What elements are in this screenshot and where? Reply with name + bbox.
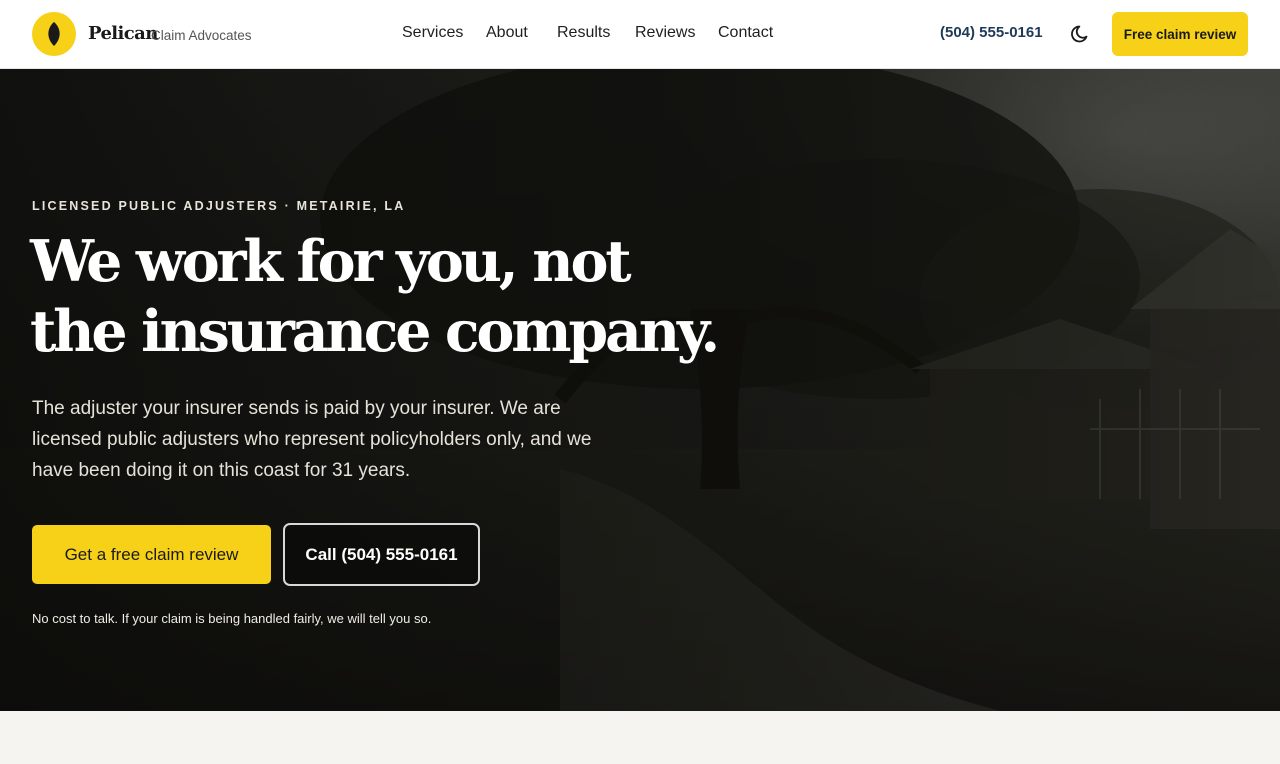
header-free-review-button[interactable]: Free claim review	[1112, 12, 1248, 56]
hero-section: LICENSED PUBLIC ADJUSTERS · METAIRIE, LA…	[0, 69, 1280, 711]
headline-line-2: the insurance company.	[30, 298, 720, 365]
site-header: Pelican Claim Advocates Services About R…	[0, 0, 1280, 69]
pelican-logo-icon[interactable]	[32, 12, 76, 56]
moon-icon	[1071, 25, 1088, 43]
headline-line-1: We work for you, not	[30, 228, 632, 295]
nav-link-services[interactable]: Services	[402, 23, 463, 43]
theme-toggle-button[interactable]	[1068, 21, 1094, 47]
nav-link-contact[interactable]: Contact	[718, 23, 773, 43]
hero-note: No cost to talk. If your claim is being …	[32, 611, 432, 626]
brand-name[interactable]: Pelican	[88, 22, 158, 46]
header-phone-link[interactable]: (504) 555-0161	[940, 24, 1043, 42]
hero-eyebrow: LICENSED PUBLIC ADJUSTERS · METAIRIE, LA	[32, 199, 406, 213]
nav-link-about[interactable]: About	[486, 23, 528, 43]
hero-headline: We work for you, not the insurance compa…	[30, 227, 730, 367]
nav-link-results[interactable]: Results	[557, 23, 610, 43]
call-phone-button[interactable]: Call (504) 555-0161	[283, 523, 480, 586]
get-free-claim-review-button[interactable]: Get a free claim review	[32, 525, 271, 584]
hero-description: The adjuster your insurer sends is paid …	[32, 398, 592, 481]
next-section	[0, 711, 1280, 764]
brand-subtitle[interactable]: Claim Advocates	[151, 28, 252, 44]
nav-link-reviews[interactable]: Reviews	[635, 23, 695, 43]
